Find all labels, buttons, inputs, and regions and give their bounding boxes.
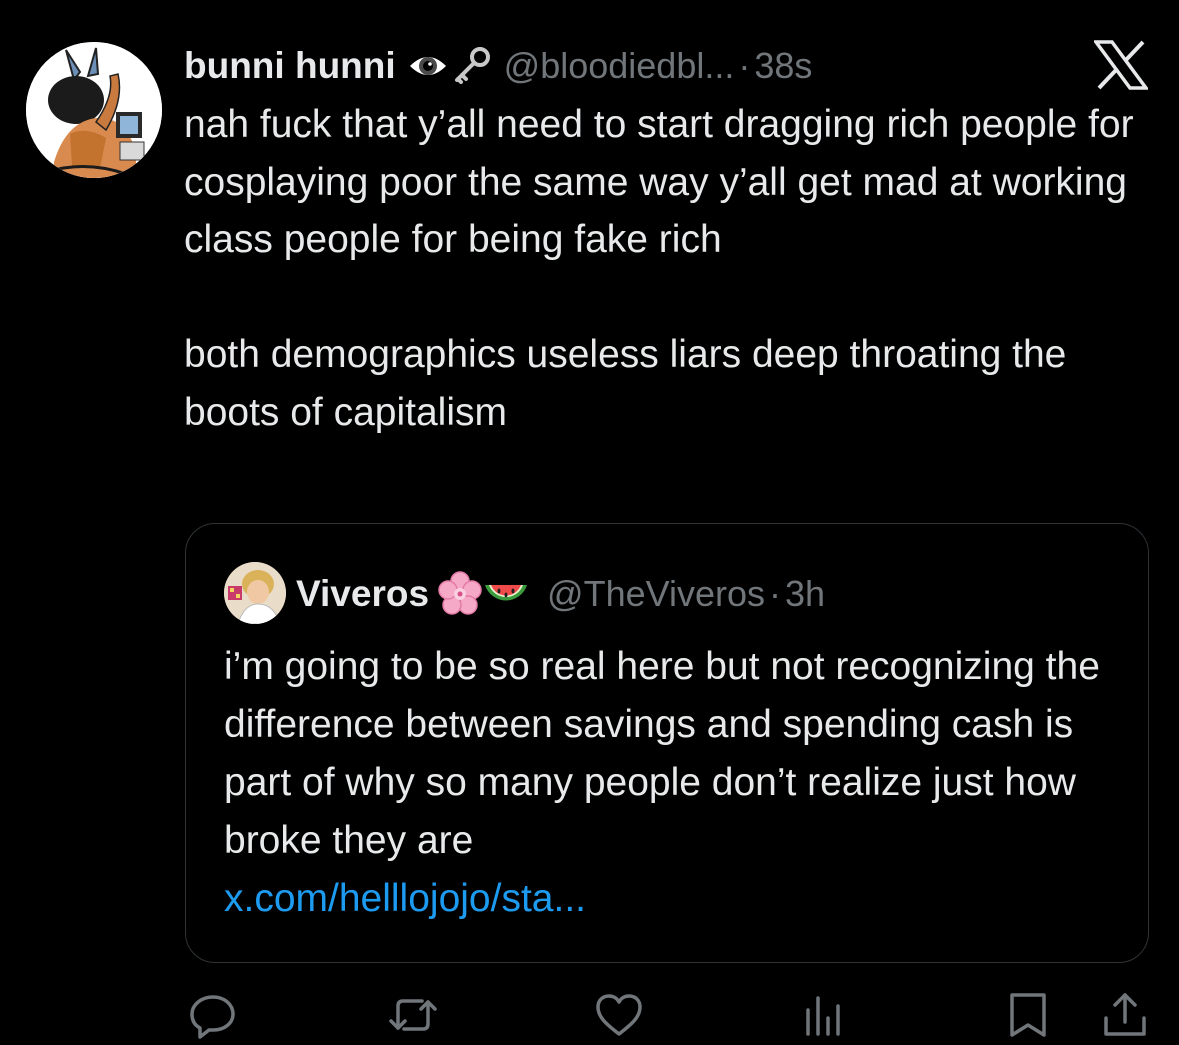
quote-header: Viveros @TheViveros · 3h — [296, 564, 825, 624]
author-display-name[interactable]: bunni hunni — [184, 45, 396, 87]
like-icon[interactable] — [594, 990, 644, 1040]
quote-body: i’m going to be so real here but not rec… — [224, 645, 1100, 862]
quote-author-handle[interactable]: @TheViveros — [547, 573, 765, 615]
quote-author-avatar[interactable] — [224, 562, 286, 624]
repost-icon[interactable] — [388, 990, 438, 1040]
quote-text: i’m going to be so real here but not rec… — [224, 638, 1124, 928]
share-icon[interactable] — [1100, 990, 1150, 1040]
eye-icon — [408, 46, 448, 86]
author-handle[interactable]: @bloodiedbl... — [504, 45, 735, 87]
cherry-blossom-emoji — [437, 571, 483, 617]
bookmark-icon[interactable] — [1003, 990, 1053, 1040]
reply-icon[interactable] — [188, 990, 238, 1040]
key-icon — [452, 46, 492, 86]
action-bar — [0, 990, 1179, 1045]
views-icon[interactable] — [798, 990, 848, 1040]
tweet-header: bunni hunni @bloodiedbl... · 38s — [184, 36, 812, 96]
tweet-text: nah fuck that y’all need to start draggi… — [184, 103, 1134, 434]
quote-timestamp[interactable]: 3h — [785, 573, 825, 615]
quote-separator-dot: · — [769, 573, 781, 614]
tweet[interactable]: bunni hunni @bloodiedbl... · 38s nah fuc… — [0, 0, 1179, 1045]
quote-author-display-name[interactable]: Viveros — [296, 573, 429, 615]
quoted-tweet[interactable]: Viveros @TheViveros · 3h i’m going to be… — [185, 523, 1149, 963]
author-avatar[interactable] — [26, 42, 162, 178]
quote-link[interactable]: x.com/helllojojo/sta... — [224, 870, 1124, 928]
tweet-timestamp[interactable]: 38s — [754, 45, 812, 87]
watermelon-emoji — [483, 571, 529, 617]
x-logo-icon[interactable] — [1092, 40, 1150, 90]
separator-dot: · — [738, 45, 751, 86]
